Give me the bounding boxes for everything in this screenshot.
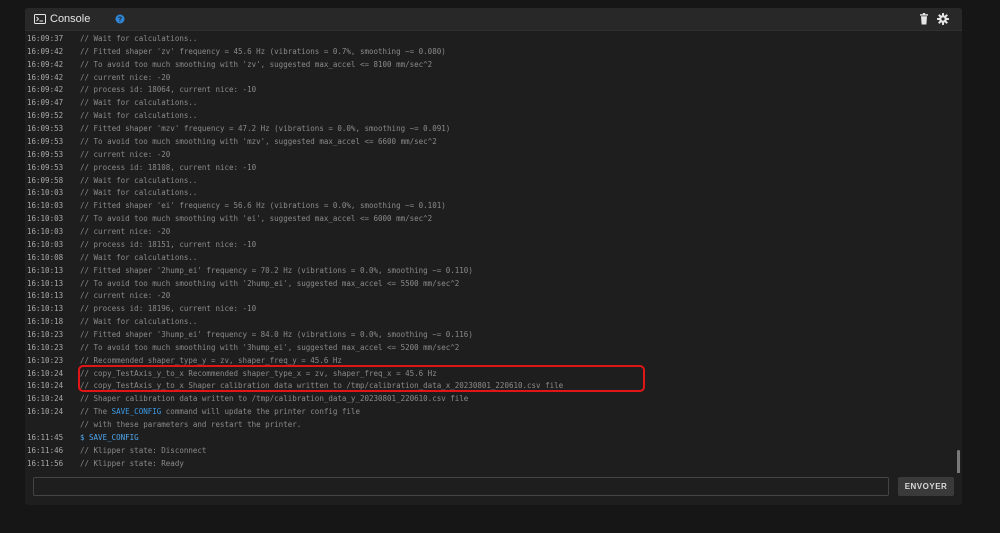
log-message: // process id: 18064, current nice: -10 — [80, 85, 257, 95]
log-timestamp: 16:10:13 — [27, 291, 64, 301]
log-message: // Wait for calculations.. — [80, 188, 198, 198]
log-timestamp: 16:09:53 — [27, 136, 64, 146]
log-timestamp: 16:11:45 — [27, 432, 64, 442]
log-timestamp: 16:10:13 — [27, 265, 64, 275]
log-message: // current nice: -20 — [80, 227, 171, 237]
log-message: // current nice: -20 — [80, 72, 171, 82]
log-timestamp: 16:09:37 — [27, 34, 64, 43]
terminal-icon — [34, 14, 46, 24]
log-timestamp: 16:11:56 — [27, 458, 64, 468]
log-message: // Klipper state: Disconnect — [80, 445, 207, 455]
log-message: // current nice: -20 — [80, 149, 171, 159]
log-timestamp: 16:10:24 — [27, 407, 64, 417]
log-message: // with these parameters and restart the… — [80, 420, 302, 430]
log-timestamp: 16:10:23 — [27, 330, 64, 339]
log-scrollbar[interactable] — [957, 450, 960, 473]
console-header: Console ? — [25, 8, 962, 31]
log-message: // Shaper calibration data written to /t… — [80, 394, 469, 404]
console-panel: Console ? 16:09:37 // Wait for calculatio… — [25, 8, 962, 505]
highlight-annotation — [78, 365, 645, 392]
svg-text:?: ? — [118, 17, 122, 24]
trash-icon[interactable] — [919, 13, 929, 25]
log-message: // To avoid too much smoothing with '3hu… — [80, 342, 460, 352]
log-timestamp: 16:09:47 — [27, 98, 64, 108]
log-message: // To avoid too much smoothing with '2hu… — [80, 278, 460, 288]
log-timestamp: 16:10:03 — [27, 239, 64, 249]
log-message: // process id: 18108, current nice: -10 — [80, 162, 257, 172]
send-button[interactable]: ENVOYER — [898, 477, 954, 496]
log-message: // Fitted shaper 'zv' frequency = 45.6 H… — [80, 46, 446, 56]
log-timestamp: 16:10:24 — [27, 368, 64, 378]
log-timestamp: 16:10:24 — [27, 381, 64, 391]
log-timestamp: 16:10:03 — [27, 227, 64, 237]
log-message: // process id: 18151, current nice: -10 — [80, 239, 257, 249]
log-message: // Wait for calculations.. — [80, 175, 198, 185]
log-timestamp: 16:10:24 — [27, 394, 64, 404]
log-message: // To avoid too much smoothing with 'zv'… — [80, 59, 433, 69]
log-message: // Wait for calculations.. — [80, 317, 198, 327]
log-timestamp: 16:10:23 — [27, 342, 64, 352]
log-timestamp: 16:09:52 — [27, 111, 64, 121]
log-timestamp: 16:10:18 — [27, 317, 64, 327]
help-circle-icon[interactable]: ? — [115, 14, 125, 24]
log-timestamp: 16:10:03 — [27, 214, 64, 224]
log-message: // Wait for calculations.. — [80, 34, 198, 43]
log-timestamp: 16:09:53 — [27, 149, 64, 159]
log-timestamp: 16:10:08 — [27, 252, 64, 262]
log-message: // process id: 18196, current nice: -10 — [80, 304, 257, 314]
log-timestamp: 16:09:42 — [27, 72, 64, 82]
log-message: // current nice: -20 — [80, 291, 171, 301]
log-timestamp: 16:09:53 — [27, 162, 64, 172]
log-timestamp: 16:09:42 — [27, 85, 64, 95]
log-timestamp: 16:10:03 — [27, 188, 64, 198]
log-message: // Fitted shaper 'mzv' frequency = 47.2 … — [80, 124, 451, 134]
log-message: // Fitted shaper '2hump_ei' frequency = … — [80, 265, 473, 275]
log-message: // The SAVE_CONFIG command will update t… — [80, 405, 360, 418]
log-message: // To avoid too much smoothing with 'mzv… — [80, 136, 437, 146]
log-message-text: // The — [80, 407, 112, 417]
log-timestamp: 16:10:13 — [27, 304, 64, 314]
console-log: 16:09:37 // Wait for calculations.. 16:09:… — [25, 30, 962, 473]
gear-icon[interactable] — [937, 13, 949, 25]
log-message: // Klipper state: Ready — [80, 458, 184, 468]
log-message: // Wait for calculations.. — [80, 98, 198, 108]
log-keyword: SAVE_CONFIG — [111, 407, 162, 417]
panel-title: Console — [50, 13, 91, 25]
log-timestamp: 16:09:42 — [27, 59, 64, 69]
log-message: $ SAVE_CONFIG — [80, 432, 139, 442]
log-message-text: command will update the printer config f… — [161, 407, 360, 417]
log-message: // Fitted shaper '3hump_ei' frequency = … — [80, 330, 473, 339]
log-timestamp: 16:11:46 — [27, 445, 64, 455]
log-timestamp: 16:09:42 — [27, 46, 64, 56]
log-timestamp: 16:09:53 — [27, 124, 64, 134]
log-message: // To avoid too much smoothing with 'ei'… — [80, 214, 433, 224]
log-message: // Wait for calculations.. — [80, 252, 198, 262]
log-timestamp: 16:10:13 — [27, 278, 64, 288]
log-timestamp: 16:10:03 — [27, 201, 64, 211]
log-message: // Fitted shaper 'ei' frequency = 56.6 H… — [80, 201, 446, 211]
log-timestamp: 16:10:23 — [27, 355, 64, 365]
command-input[interactable] — [33, 477, 889, 496]
log-timestamp: 16:09:58 — [27, 175, 64, 185]
log-message: // Wait for calculations.. — [80, 111, 198, 121]
